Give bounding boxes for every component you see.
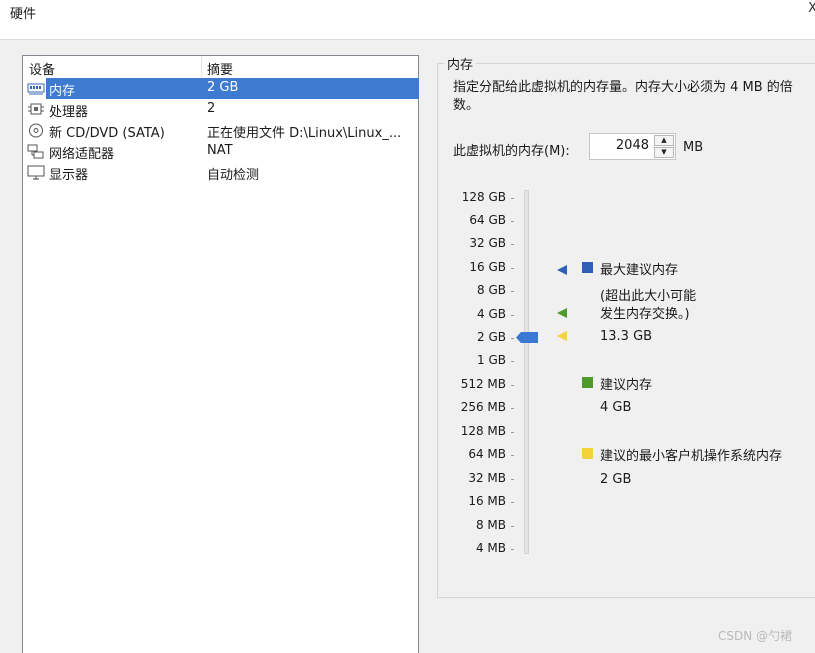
scale-tick — [511, 432, 514, 433]
scale-tick — [511, 244, 514, 245]
column-separator — [201, 56, 202, 77]
device-list-header: 设备 摘要 — [23, 56, 418, 78]
device-name: 网络适配器 — [49, 147, 115, 162]
memory-size-label: 此虚拟机的内存(M): — [453, 144, 570, 159]
scale-label: 32 GB — [469, 236, 506, 250]
column-header-device[interactable]: 设备 — [29, 59, 55, 78]
scale-label: 4 MB — [475, 541, 506, 555]
spin-up-button[interactable]: ▲ — [654, 135, 674, 146]
scale-label: 128 MB — [460, 424, 506, 438]
memory-slider-track[interactable] — [524, 190, 529, 554]
memory-size-spinbox[interactable]: 2048 ▲ ▼ — [589, 133, 676, 160]
device-name: 新 CD/DVD (SATA) — [49, 126, 165, 141]
max-recommended-title: 最大建议内存 — [600, 263, 679, 278]
scale-label: 16 MB — [468, 494, 506, 508]
scale-label: 16 GB — [469, 260, 506, 274]
memory-size-input[interactable]: 2048 — [616, 138, 649, 153]
close-icon[interactable]: X — [808, 1, 815, 16]
scale-tick — [511, 479, 514, 480]
scale-tick — [511, 455, 514, 456]
scale-label: 4 GB — [477, 307, 506, 321]
scale-tick — [511, 408, 514, 409]
device-summary: 2 — [207, 101, 216, 116]
display-icon — [27, 165, 45, 180]
title-bar: 硬件 X — [0, 0, 815, 40]
max-recommended-value: 13.3 GB — [600, 329, 653, 344]
scale-label: 2 GB — [477, 330, 506, 344]
recommended-value: 4 GB — [600, 400, 632, 415]
min-recommended-title: 建议的最小客户机操作系统内存 — [600, 449, 783, 464]
recommended-marker-icon — [557, 308, 567, 318]
scale-label: 512 MB — [460, 377, 506, 391]
scale-label: 1 GB — [477, 353, 506, 367]
min-recommended-value: 2 GB — [600, 472, 632, 487]
scale-label: 8 MB — [475, 518, 506, 532]
max-recommended-note: (超出此大小可能 — [600, 289, 697, 304]
scale-tick — [511, 291, 514, 292]
device-row-network[interactable]: 网络适配器 NAT — [24, 141, 419, 162]
network-adapter-icon — [27, 144, 44, 159]
device-row-cpu[interactable]: 处理器 2 — [24, 99, 419, 120]
min-recommended-legend-icon — [582, 448, 593, 459]
device-row-display[interactable]: 显示器 自动检测 — [24, 162, 419, 183]
column-header-summary[interactable]: 摘要 — [207, 59, 233, 78]
memory-slider-thumb[interactable] — [516, 332, 538, 343]
scale-label: 64 GB — [469, 213, 506, 227]
cpu-icon — [28, 103, 44, 115]
scale-tick — [511, 549, 514, 550]
scale-label: 256 MB — [460, 400, 506, 414]
cd-dvd-icon — [29, 123, 43, 138]
recommended-legend-icon — [582, 377, 593, 388]
min-recommended-marker-icon — [557, 331, 567, 341]
memory-group-title: 内存 — [444, 54, 477, 73]
device-summary: 正在使用文件 D:\Linux\Linux_... — [207, 126, 402, 141]
memory-description: 指定分配给此虚拟机的内存量。内存大小必须为 4 MB 的倍数。 — [453, 80, 793, 113]
scale-tick — [511, 526, 514, 527]
max-recommended-marker-icon — [557, 265, 567, 275]
scale-tick — [511, 198, 514, 199]
device-name: 显示器 — [49, 168, 89, 183]
recommended-title: 建议内存 — [600, 378, 653, 393]
scale-label: 32 MB — [468, 471, 506, 485]
scale-tick — [511, 221, 514, 222]
max-recommended-legend-icon — [582, 262, 593, 273]
max-recommended-note: 发生内存交换。) — [600, 307, 690, 322]
spin-buttons: ▲ ▼ — [654, 135, 674, 158]
device-summary: 2 GB — [207, 80, 239, 95]
window-title: 硬件 — [10, 7, 37, 22]
scale-tick — [511, 361, 514, 362]
device-name: 内存 — [49, 84, 76, 99]
scale-label: 128 GB — [461, 190, 506, 204]
device-summary: NAT — [207, 143, 233, 158]
spin-down-button[interactable]: ▼ — [654, 147, 674, 158]
scale-tick — [511, 315, 514, 316]
device-summary: 自动检测 — [207, 168, 260, 183]
device-row-memory[interactable]: 内存 2 GB — [24, 78, 419, 99]
scale-tick — [511, 268, 514, 269]
memory-unit-label: MB — [683, 140, 704, 155]
device-list: 设备 摘要 内存 2 GB 处理器 2 新 CD/DVD (SATA) 正在使用… — [22, 55, 419, 653]
scale-tick — [511, 502, 514, 503]
scale-label: 8 GB — [477, 283, 506, 297]
scale-tick — [511, 385, 514, 386]
watermark: CSDN @勺裙 — [718, 629, 793, 643]
memory-icon — [27, 83, 45, 95]
device-row-cd-dvd[interactable]: 新 CD/DVD (SATA) 正在使用文件 D:\Linux\Linux_..… — [24, 120, 419, 141]
scale-label: 64 MB — [468, 447, 506, 461]
device-name: 处理器 — [49, 105, 89, 120]
scale-tick — [511, 338, 514, 339]
